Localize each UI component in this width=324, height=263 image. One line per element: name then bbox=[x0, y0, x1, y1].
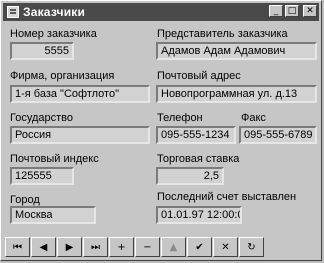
last-record-button[interactable]: ⏭ bbox=[83, 237, 108, 257]
address-label: Почтовый адрес bbox=[157, 70, 241, 82]
window-title: Заказчики bbox=[23, 5, 86, 19]
representative-field[interactable]: Адамов Адам Адамович bbox=[156, 42, 317, 60]
refresh-button[interactable]: ↻ bbox=[239, 237, 264, 257]
customer-no-label: Номер заказчика bbox=[10, 28, 97, 40]
cancel-edit-button[interactable]: ✕ bbox=[213, 237, 238, 257]
representative-label: Представитель заказчика bbox=[157, 28, 288, 40]
customers-window: Заказчики _ □ ✕ Номер заказчика 5555 Пре… bbox=[0, 0, 322, 261]
minimize-button[interactable]: _ bbox=[269, 5, 283, 17]
title-bar[interactable]: Заказчики _ □ ✕ bbox=[3, 3, 319, 21]
customer-no-field[interactable]: 5555 bbox=[10, 42, 74, 60]
next-record-button[interactable]: ▶ bbox=[57, 237, 82, 257]
city-label: Город bbox=[10, 194, 40, 206]
zip-label: Почтовый индекс bbox=[10, 153, 99, 165]
zip-field[interactable]: 125555 bbox=[10, 167, 74, 185]
insert-record-button[interactable]: + bbox=[109, 237, 134, 257]
tax-rate-label: Торговая ставка bbox=[157, 153, 240, 165]
maximize-button[interactable]: □ bbox=[285, 5, 299, 17]
first-record-button[interactable]: ⏮ bbox=[5, 237, 30, 257]
app-icon[interactable] bbox=[7, 6, 19, 18]
phone-label: Телефон bbox=[157, 112, 203, 124]
company-label: Фирма, организация bbox=[10, 70, 115, 82]
last-invoice-label: Последний счет выставлен bbox=[157, 191, 297, 203]
delete-record-button[interactable]: − bbox=[135, 237, 160, 257]
window-controls: _ □ ✕ bbox=[269, 5, 317, 17]
fax-field[interactable]: 095-555-6789 bbox=[239, 126, 317, 144]
phone-field[interactable]: 095-555-1234 bbox=[156, 126, 236, 144]
city-field[interactable]: Москва bbox=[10, 206, 96, 224]
country-field[interactable]: Россия bbox=[10, 126, 150, 144]
tax-rate-field[interactable]: 2,5 bbox=[156, 167, 224, 185]
close-button[interactable]: ✕ bbox=[303, 5, 317, 17]
db-navigator: ⏮ ◀ ▶ ⏭ + − ▲ ✔ ✕ ↻ bbox=[5, 237, 319, 257]
last-invoice-field[interactable]: 01.01.97 12:00:0 bbox=[156, 206, 242, 224]
edit-record-button[interactable]: ▲ bbox=[161, 237, 186, 257]
post-record-button[interactable]: ✔ bbox=[187, 237, 212, 257]
fax-label: Факс bbox=[241, 112, 266, 124]
prior-record-button[interactable]: ◀ bbox=[31, 237, 56, 257]
country-label: Государство bbox=[10, 112, 74, 124]
company-field[interactable]: 1-я база "Софтлото" bbox=[10, 85, 150, 103]
address-field[interactable]: Новопрограммная ул. д.13 bbox=[156, 85, 317, 103]
